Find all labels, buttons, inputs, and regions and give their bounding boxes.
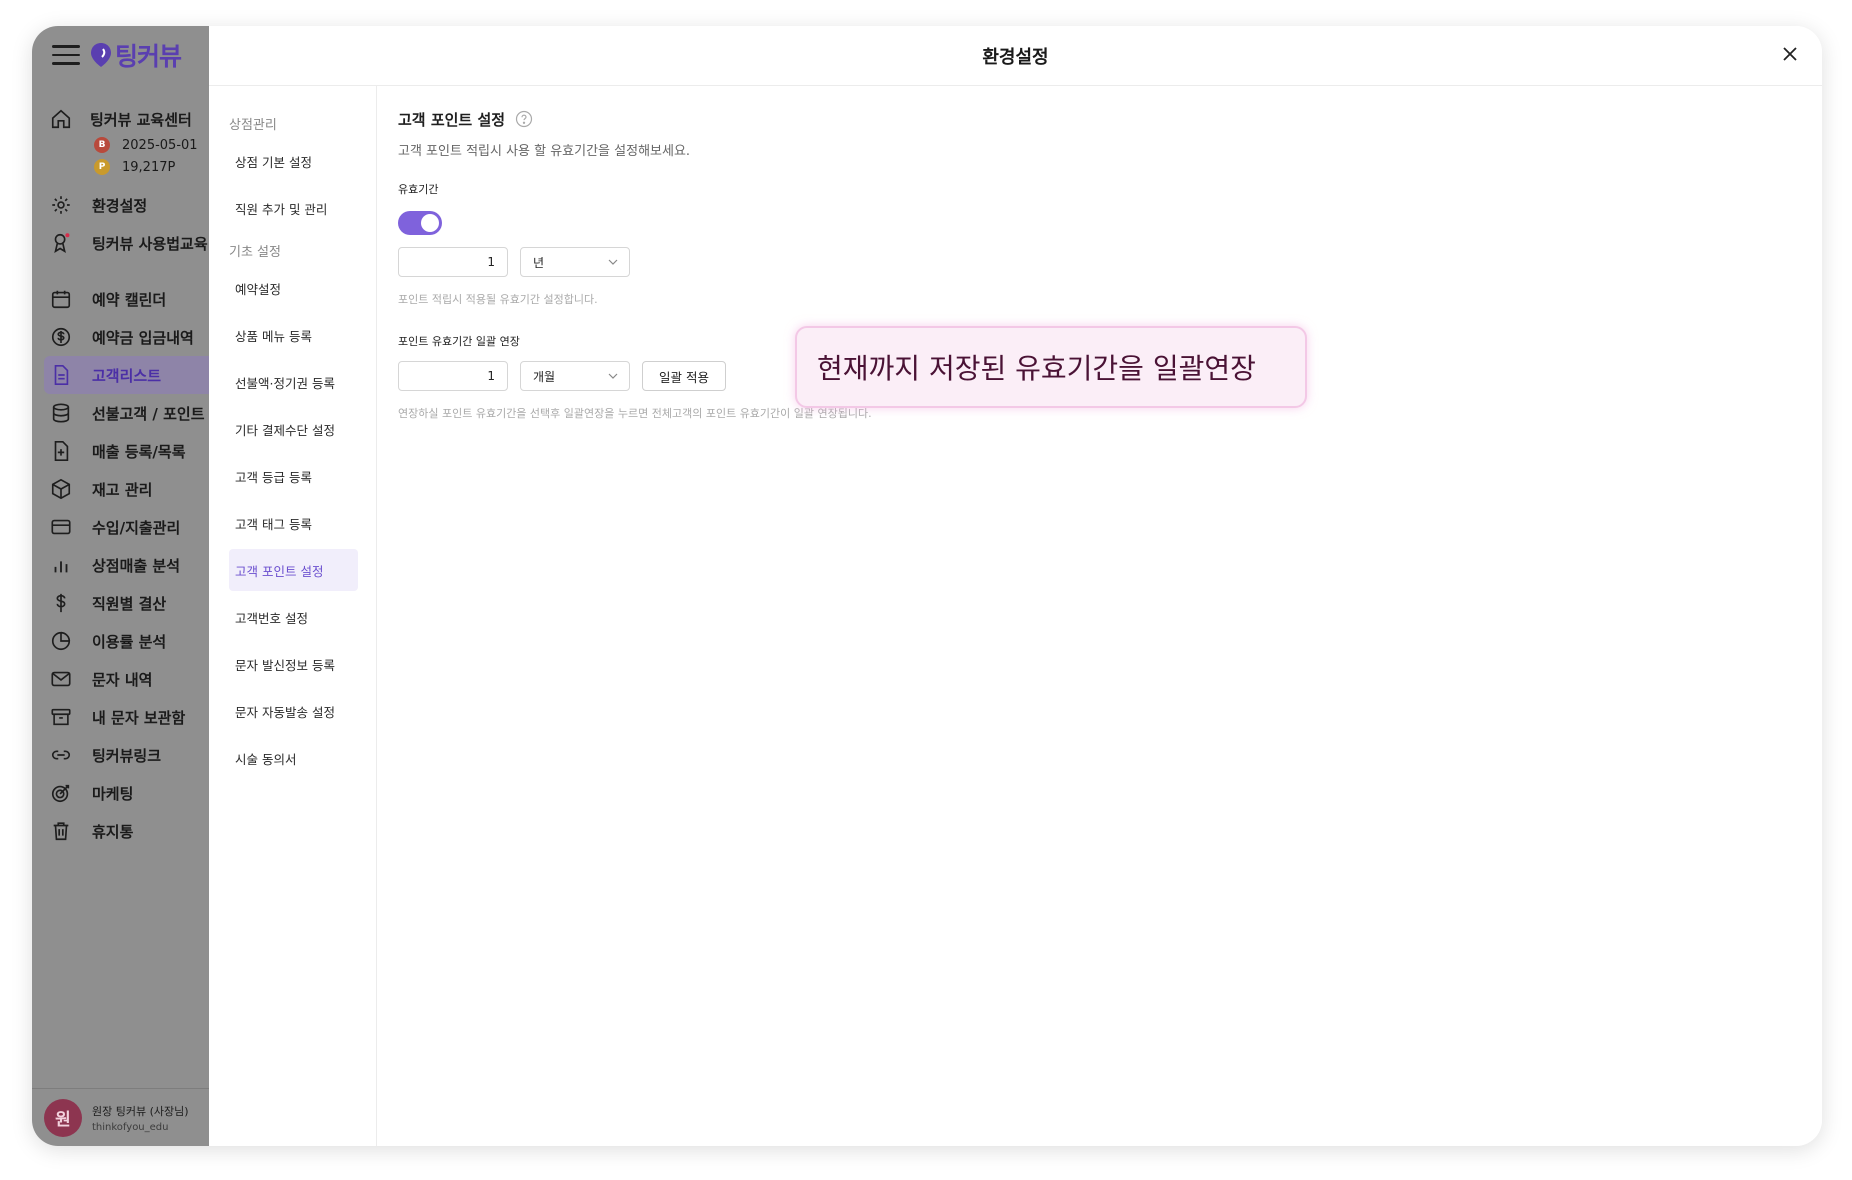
bulk-apply-button[interactable]: 일괄 적용 bbox=[642, 361, 726, 391]
database-icon bbox=[52, 403, 70, 423]
validity-row: 년 bbox=[398, 247, 1822, 277]
validity-value-input[interactable] bbox=[398, 247, 508, 277]
section-title: 고객 포인트 설정 bbox=[398, 110, 506, 129]
callout-annotation: 현재까지 저장된 유효기간을 일괄연장 bbox=[795, 326, 1307, 408]
gear-icon bbox=[52, 196, 70, 214]
user-text: 원장 팅커뷰 (사장님) thinkofyou_edu bbox=[92, 1103, 189, 1133]
card-icon bbox=[51, 519, 71, 535]
main-menu: 환경설정 팅커뷰 사용법교육 예약 캘린더 예약금 입금내역 고객리스트 선불고… bbox=[32, 186, 209, 850]
menu-item-trash[interactable]: 휴지통 bbox=[32, 812, 209, 850]
store-name: 팅커뷰 교육센터 bbox=[90, 110, 192, 129]
nav-item-sms-sender[interactable]: 문자 발신정보 등록 bbox=[229, 643, 358, 685]
modal-title: 환경설정 bbox=[982, 46, 1049, 68]
menu-item-settings[interactable]: 환경설정 bbox=[32, 186, 209, 224]
toggle-knob bbox=[421, 214, 439, 232]
validity-unit-value: 년 bbox=[533, 255, 545, 270]
document-icon bbox=[54, 365, 69, 385]
store-name-row[interactable]: 팅커뷰 교육센터 bbox=[50, 108, 209, 130]
nav-item-customer-tag[interactable]: 고객 태그 등록 bbox=[229, 502, 358, 544]
user-profile[interactable]: 원 원장 팅커뷰 (사장님) thinkofyou_edu bbox=[32, 1088, 209, 1146]
target-icon bbox=[51, 784, 70, 803]
menu-item-sms-archive[interactable]: 내 문자 보관함 bbox=[32, 698, 209, 736]
help-icon[interactable] bbox=[515, 110, 533, 128]
mail-icon bbox=[51, 671, 71, 687]
points-settings-panel: 고객 포인트 설정 고객 포인트 적립시 사용 할 유효기간을 설정해보세요. … bbox=[377, 86, 1822, 1146]
menu-item-income-expense[interactable]: 수입/지출관리 bbox=[32, 508, 209, 546]
menu-item-staff-settlement[interactable]: 직원별 결산 bbox=[32, 584, 209, 622]
nav-item-staff[interactable]: 직원 추가 및 관리 bbox=[229, 187, 358, 229]
store-points: 19,217P bbox=[122, 159, 176, 175]
award-icon bbox=[54, 233, 70, 253]
home-icon bbox=[51, 109, 71, 129]
nav-item-consent-form[interactable]: 시술 동의서 bbox=[229, 737, 358, 779]
logo[interactable]: 팅커뷰 bbox=[90, 37, 182, 73]
menu-item-sales[interactable]: 매출 등록/목록 bbox=[32, 432, 209, 470]
avatar: 원 bbox=[44, 1098, 82, 1137]
validity-toggle[interactable] bbox=[398, 211, 442, 235]
chevron-down-icon bbox=[608, 259, 618, 265]
badge-b-icon: B bbox=[94, 137, 110, 153]
menu-item-training[interactable]: 팅커뷰 사용법교육 bbox=[32, 224, 209, 262]
nav-item-payment-methods[interactable]: 기타 결제수단 설정 bbox=[229, 408, 358, 450]
menu-item-prepaid[interactable]: 선불고객 / 포인트 bbox=[32, 394, 209, 432]
menu-item-link[interactable]: 팅커뷰링크 bbox=[32, 736, 209, 774]
archive-icon bbox=[51, 708, 71, 726]
store-expiry-row: B 2025-05-01 bbox=[94, 134, 209, 156]
logo-text: 팅커뷰 bbox=[115, 42, 182, 71]
store-points-row: P 19,217P bbox=[94, 156, 209, 178]
nav-item-prepaid-pass[interactable]: 선불액·정기권 등록 bbox=[229, 361, 358, 403]
menu-item-marketing[interactable]: 마케팅 bbox=[32, 774, 209, 812]
nav-item-product-menu[interactable]: 상품 메뉴 등록 bbox=[229, 314, 358, 356]
section-header: 고객 포인트 설정 bbox=[398, 106, 1822, 132]
bar-chart-icon bbox=[54, 561, 68, 573]
box-icon bbox=[51, 478, 71, 500]
settings-modal: 환경설정 상점관리 상점 기본 설정 직원 추가 및 관리 기초 설정 예약설정… bbox=[209, 26, 1822, 1146]
store-date: 2025-05-01 bbox=[122, 137, 198, 153]
extend-unit-select[interactable]: 개월 bbox=[520, 361, 630, 391]
point-coin-icon: P bbox=[94, 159, 110, 175]
settings-nav: 상점관리 상점 기본 설정 직원 추가 및 관리 기초 설정 예약설정 상품 메… bbox=[209, 86, 377, 1146]
menu-item-usage-analysis[interactable]: 이용률 분석 bbox=[32, 622, 209, 660]
chevron-down-icon bbox=[608, 373, 618, 379]
logo-pin-icon bbox=[91, 43, 111, 67]
nav-item-reservation[interactable]: 예약설정 bbox=[229, 267, 358, 309]
nav-section-basic: 기초 설정 bbox=[229, 245, 281, 260]
nav-item-customer-number[interactable]: 고객번호 설정 bbox=[229, 596, 358, 638]
user-id: thinkofyou_edu bbox=[92, 1121, 169, 1133]
section-description: 고객 포인트 적립시 사용 할 유효기간을 설정해보세요. bbox=[398, 144, 691, 159]
user-name: 원장 팅커뷰 (사장님) bbox=[92, 1104, 189, 1118]
validity-unit-select[interactable]: 년 bbox=[520, 247, 630, 277]
validity-hint: 포인트 적립시 적용될 유효기간 설정합니다. bbox=[398, 293, 598, 306]
hamburger-menu-icon[interactable] bbox=[52, 45, 80, 65]
logo-row: 팅커뷰 bbox=[32, 26, 209, 84]
nav-item-store-basic[interactable]: 상점 기본 설정 bbox=[229, 140, 358, 182]
menu-item-sales-analysis[interactable]: 상점매출 분석 bbox=[32, 546, 209, 584]
pie-chart-icon bbox=[51, 631, 71, 651]
dollar-icon bbox=[56, 593, 66, 613]
menu-item-customers[interactable]: 고객리스트 bbox=[44, 356, 209, 394]
nav-section-store: 상점관리 bbox=[229, 118, 277, 133]
extend-value-input[interactable] bbox=[398, 361, 508, 391]
trash-icon bbox=[53, 822, 69, 841]
modal-header: 환경설정 bbox=[209, 26, 1822, 86]
calendar-icon bbox=[51, 290, 71, 309]
dollar-circle-icon bbox=[51, 327, 71, 347]
nav-item-customer-grade[interactable]: 고객 등급 등록 bbox=[229, 455, 358, 497]
menu-item-deposit[interactable]: 예약금 입금내역 bbox=[32, 318, 209, 356]
file-plus-icon bbox=[54, 441, 69, 461]
store-info: 팅커뷰 교육센터 B 2025-05-01 P 19,217P bbox=[32, 108, 209, 178]
app-window: 팅커뷰 팅커뷰 교육센터 B 2025-05-01 P 19,217P 환경설정 bbox=[32, 26, 1822, 1146]
app-sidebar: 팅커뷰 팅커뷰 교육센터 B 2025-05-01 P 19,217P 환경설정 bbox=[32, 26, 209, 1146]
nav-item-sms-auto[interactable]: 문자 자동발송 설정 bbox=[229, 690, 358, 732]
menu-item-sms-history[interactable]: 문자 내역 bbox=[32, 660, 209, 698]
extend-unit-value: 개월 bbox=[533, 369, 556, 384]
menu-item-calendar[interactable]: 예약 캘린더 bbox=[32, 280, 209, 318]
link-icon bbox=[51, 750, 71, 760]
menu-item-inventory[interactable]: 재고 관리 bbox=[32, 470, 209, 508]
validity-label: 유효기간 bbox=[398, 183, 439, 196]
close-icon[interactable] bbox=[1776, 40, 1804, 68]
nav-item-customer-points[interactable]: 고객 포인트 설정 bbox=[229, 549, 358, 591]
